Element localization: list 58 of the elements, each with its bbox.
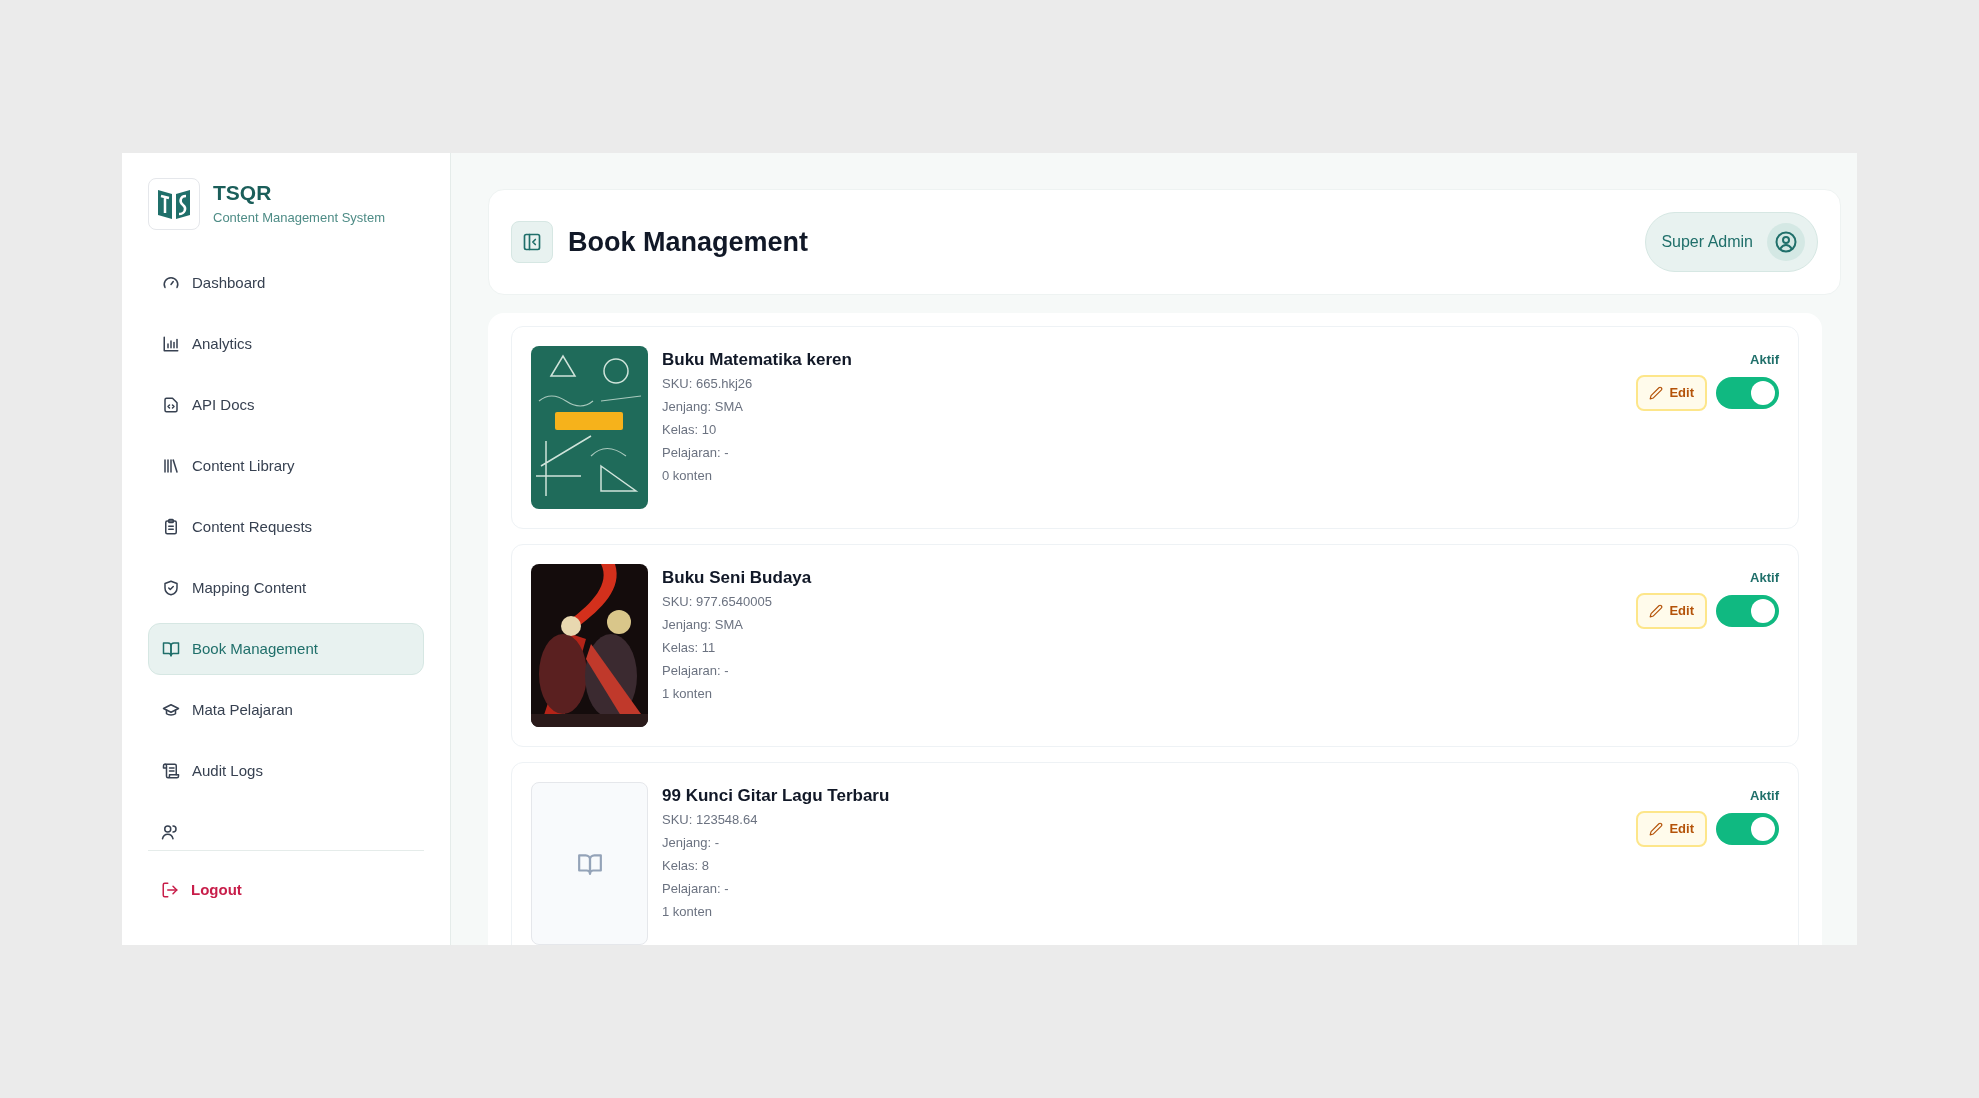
books-icon (162, 457, 180, 475)
sidebar-item[interactable]: Mata Pelajaran (148, 684, 424, 736)
status-toggle[interactable] (1716, 594, 1779, 627)
person-icon (161, 823, 179, 841)
status-label: Aktif (1750, 569, 1779, 587)
edit-button[interactable]: Edit (1636, 374, 1707, 411)
book-sku: SKU: 977.6540005 (662, 593, 773, 611)
content-count: 1 konten (662, 903, 713, 921)
panel-collapse-icon (522, 232, 542, 252)
book-class: Kelas: 8 (662, 857, 710, 875)
book-class: Kelas: 11 (662, 639, 717, 657)
pencil-icon (1649, 603, 1664, 618)
book-subject: Pelajaran: - (662, 880, 730, 898)
sidebar-item[interactable]: Content Requests (148, 501, 424, 553)
content-count: 0 konten (662, 467, 713, 485)
status-label: Aktif (1750, 351, 1779, 369)
code-file-icon (162, 396, 180, 414)
sidebar-item[interactable]: Book Management (148, 623, 424, 675)
pencil-icon (1649, 385, 1664, 400)
scroll-icon (162, 762, 180, 780)
sidebar-item[interactable]: Mapping Content (148, 562, 424, 614)
user-avatar-icon (1767, 223, 1805, 261)
logout-icon (161, 881, 179, 900)
logo-icon (148, 178, 200, 230)
graduation-cap-icon (162, 701, 180, 719)
pencil-icon (1649, 821, 1664, 836)
book-title: Buku Matematika keren (662, 349, 852, 371)
logout-link[interactable]: Logout (161, 879, 424, 902)
book-subject: Pelajaran: - (662, 444, 730, 462)
sidebar-item[interactable]: Dashboard (148, 257, 424, 309)
sidebar-item[interactable]: Analytics (148, 318, 424, 370)
user-menu-button[interactable]: Super Admin (1645, 212, 1818, 272)
page-title: Book Management (568, 225, 809, 259)
brand-name: TSQR (213, 180, 273, 207)
sidebar-toggle-button[interactable] (511, 221, 553, 263)
status-toggle[interactable] (1716, 376, 1779, 409)
edit-button[interactable]: Edit (1636, 810, 1707, 847)
book-sku: SKU: 665.hkj26 (662, 375, 754, 393)
book-level: Jenjang: SMA (662, 616, 744, 634)
status-toggle[interactable] (1716, 812, 1779, 845)
book-level: Jenjang: SMA (662, 398, 744, 416)
book-title: Buku Seni Budaya (662, 567, 812, 589)
clipboard-icon (162, 518, 180, 536)
book-subject: Pelajaran: - (662, 662, 730, 680)
book-class: Kelas: 10 (662, 421, 718, 439)
book-sku: SKU: 123548.64 (662, 811, 759, 829)
content-count: 1 konten (662, 685, 713, 703)
shield-check-icon (162, 579, 180, 597)
status-label: Aktif (1750, 787, 1779, 805)
sidebar-item[interactable]: API Docs (148, 379, 424, 431)
brand-subtitle: Content Management System (213, 209, 385, 228)
book-title: 99 Kunci Gitar Lagu Terbaru (662, 785, 890, 807)
sidebar-item[interactable]: Content Library (148, 440, 424, 492)
sidebar-item[interactable]: Audit Logs (148, 745, 424, 797)
open-book-icon (162, 640, 180, 658)
edit-button[interactable]: Edit (1636, 592, 1707, 629)
book-level: Jenjang: - (662, 834, 721, 852)
bar-chart-icon (162, 335, 180, 353)
